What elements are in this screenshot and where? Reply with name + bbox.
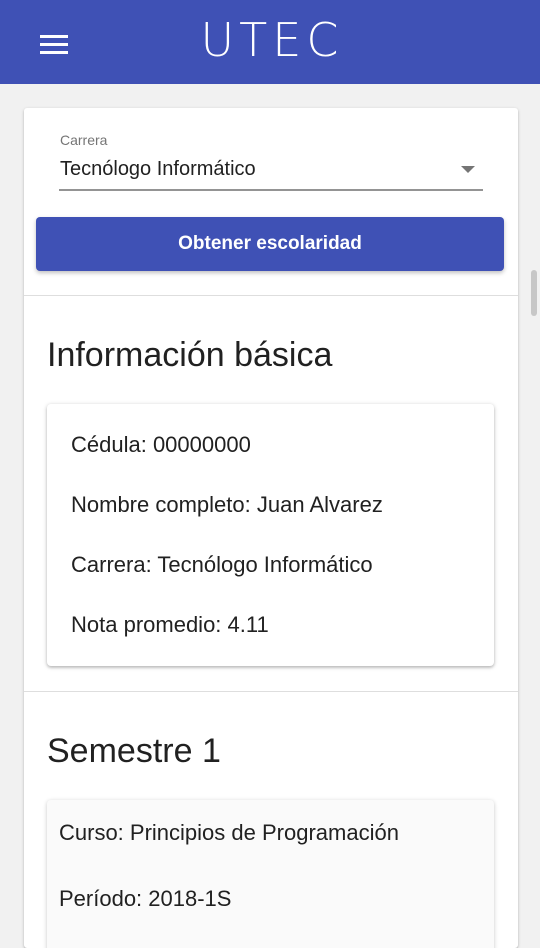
app-bar: UTEC (0, 0, 540, 84)
get-transcript-button[interactable]: Obtener escolaridad (36, 217, 504, 271)
course-card: Curso: Principios de Programación Períod… (47, 800, 494, 948)
divider (24, 691, 518, 692)
divider (24, 295, 518, 296)
logo-text: UTEC (200, 13, 344, 67)
full-name-text: Nombre completo: Juan Alvarez (71, 492, 383, 517)
career-select-value: Tecnólogo Informático (60, 158, 256, 180)
career-select[interactable]: Carrera Tecnólogo Informático (59, 130, 483, 192)
scrollbar[interactable] (522, 84, 540, 925)
cedula-text: Cédula: 00000000 (71, 432, 251, 457)
scrollbar-thumb[interactable] (531, 270, 537, 316)
select-underline (59, 189, 483, 191)
transcript-card: Carrera Tecnólogo Informático Obtener es… (24, 108, 518, 948)
career-select-label: Carrera (60, 132, 108, 148)
utec-logo: UTEC (192, 16, 352, 64)
course-period-text: Período: 2018-1S (59, 886, 232, 911)
semester-title: Semestre 1 (47, 732, 221, 770)
career-text: Carrera: Tecnólogo Informático (71, 552, 373, 577)
basic-info-title: Información básica (47, 336, 333, 374)
average-grade-text: Nota promedio: 4.11 (71, 612, 269, 637)
dropdown-arrow-icon[interactable] (461, 166, 475, 173)
basic-info-card: Cédula: 00000000 Nombre completo: Juan A… (47, 404, 494, 666)
course-name-text: Curso: Principios de Programación (59, 820, 399, 845)
hamburger-menu-icon[interactable] (30, 22, 78, 66)
